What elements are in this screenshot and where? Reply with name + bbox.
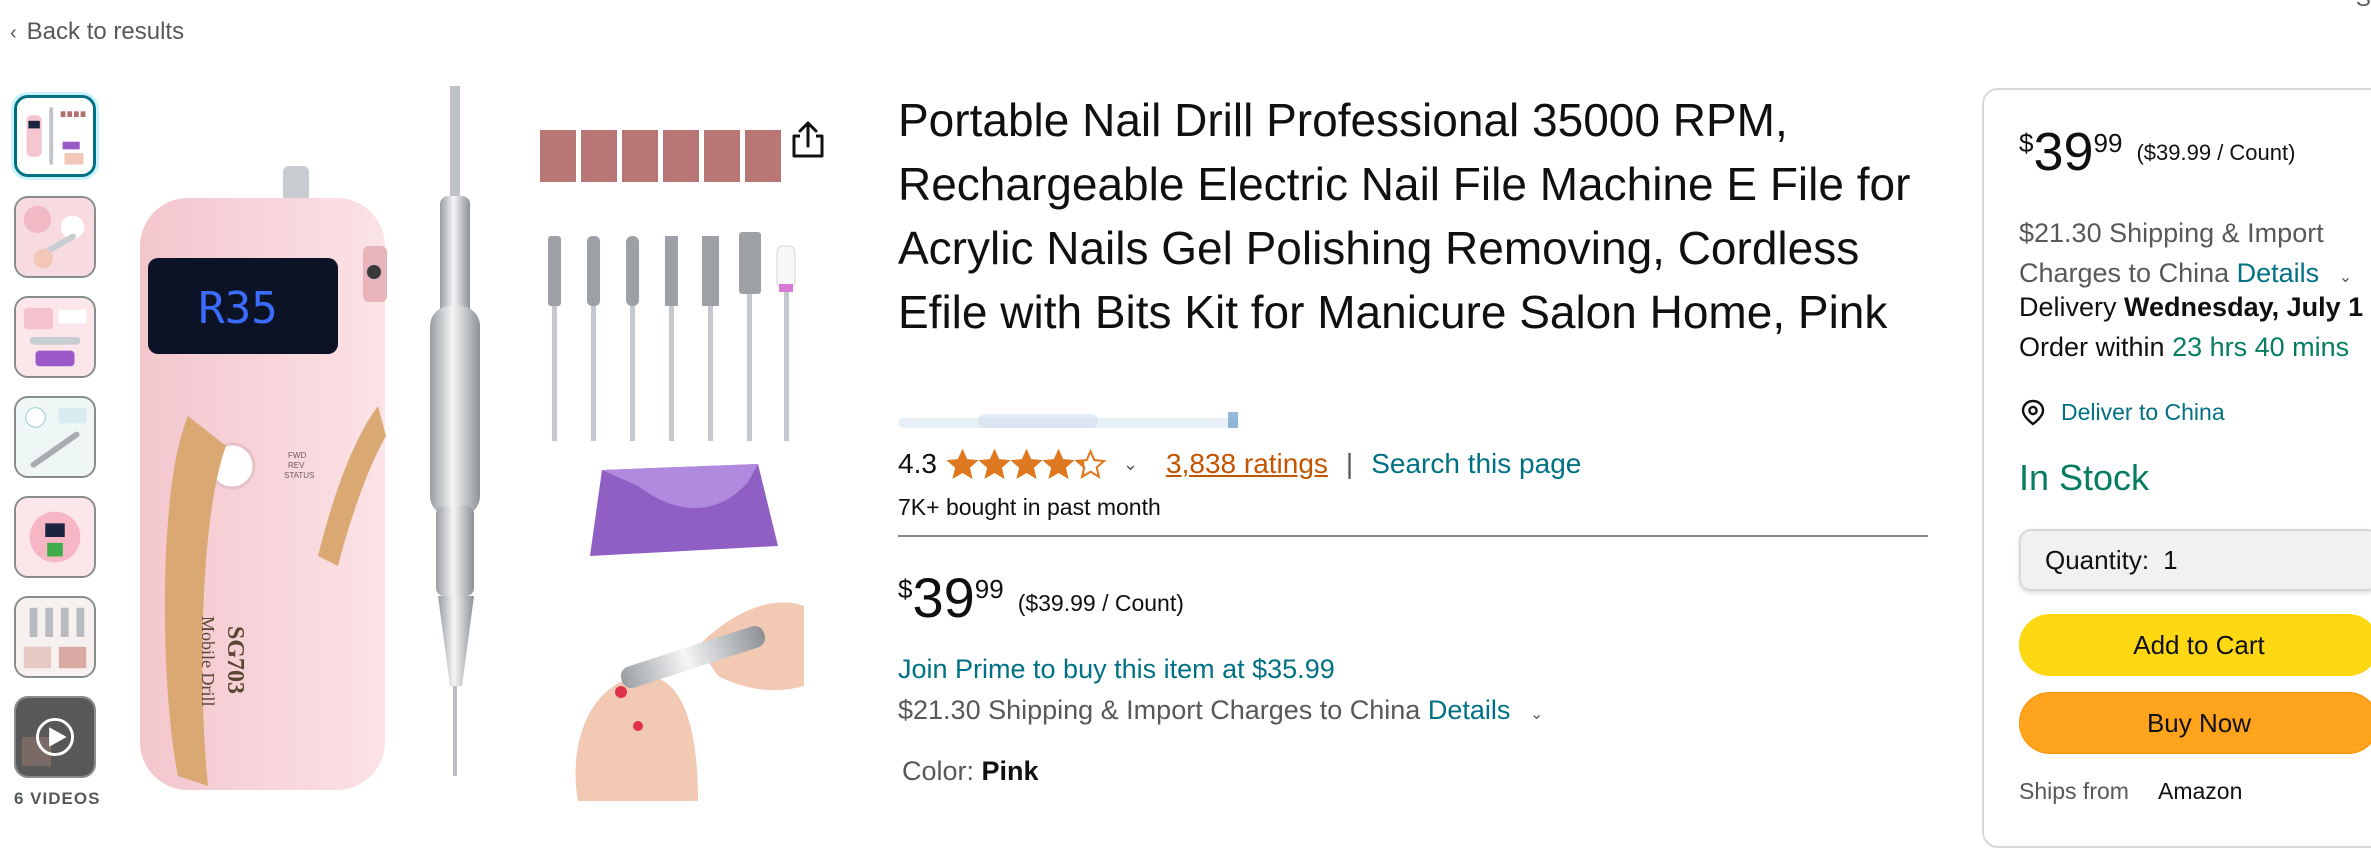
buybox-price: $ 39 99 ($39.99 / Count) (2019, 122, 2295, 182)
stock-status: In Stock (2019, 457, 2150, 498)
drill-model: Mobile Drill (198, 616, 218, 707)
delivery-date: Delivery Wednesday, July 1 (2019, 292, 2363, 323)
shipping-info: $21.30 Shipping & Import Charges to Chin… (898, 695, 1543, 726)
corner-text: Sp (2356, 0, 2371, 12)
thumbnail-image (16, 198, 94, 276)
deliver-to-label: Deliver to China (2061, 398, 2225, 425)
chevron-down-icon[interactable]: ⌄ (1123, 454, 1138, 475)
back-to-results-link[interactable]: ‹ Back to results (10, 18, 184, 46)
chevron-left-icon: ‹ (10, 22, 17, 44)
divider (898, 535, 1928, 537)
separator: | (1345, 448, 1354, 479)
delivery-prefix: Delivery (2019, 292, 2117, 322)
thumbnail-image (16, 598, 94, 676)
videos-count-label: 6 VIDEOS (14, 789, 101, 808)
price-fraction: 99 (2093, 128, 2123, 158)
price-symbol: $ (2019, 128, 2034, 158)
thumbnail-3[interactable] (14, 296, 96, 378)
switch-label-status: STATUS (284, 471, 314, 480)
main-product-image[interactable]: R35 FWD REV STATUS SG703 Mobile Drill (138, 86, 808, 801)
shipping-details-link[interactable]: Details (1428, 695, 1511, 725)
bought-in-past-month: 7K+ bought in past month (898, 494, 1161, 520)
price-fraction: 99 (974, 574, 1004, 604)
price-symbol: $ (898, 574, 913, 604)
thumbnail-5[interactable] (14, 496, 96, 578)
switch-label-rev: REV (288, 461, 305, 470)
join-prime-link[interactable]: Join Prime to buy this item at $35.99 (898, 654, 1335, 685)
rating-value: 4.3 (898, 448, 937, 479)
star-icon (1042, 448, 1074, 479)
star-icon (946, 448, 978, 479)
deliver-to-link[interactable]: Deliver to China (2019, 398, 2225, 426)
search-this-page-link[interactable]: Search this page (1371, 448, 1581, 480)
rating-row: 4.3 ⌄ 3,838 ratings | Search this page (898, 448, 1581, 480)
thumbnail-image (16, 298, 94, 376)
thumbnail-1[interactable] (14, 95, 96, 177)
star-icon (978, 448, 1010, 479)
price-whole: 39 (912, 566, 975, 629)
display-readout: R35 (198, 283, 277, 334)
thumbnail-video[interactable] (14, 696, 96, 778)
video-thumbnail (16, 698, 94, 776)
price-per-unit: ($39.99 / Count) (2136, 140, 2296, 165)
add-to-cart-button[interactable]: Add to Cart (2019, 614, 2371, 676)
thumbnail-image (16, 498, 94, 576)
share-icon[interactable] (786, 118, 830, 162)
back-label: Back to results (26, 18, 185, 45)
color-selection: Color: Pink (902, 756, 1039, 787)
star-rating[interactable] (946, 448, 1107, 480)
thumbnail-image (16, 398, 94, 476)
quantity-label: Quantity: (2045, 544, 2150, 575)
delivery-date-value: Wednesday, July 1 (2124, 292, 2364, 322)
chevron-down-icon[interactable]: ⌄ (2339, 269, 2352, 286)
buybox-shipping: $21.30 Shipping & Import Charges to Chin… (2019, 213, 2371, 298)
chevron-down-icon[interactable]: ⌄ (1530, 706, 1543, 723)
color-label: Color: (902, 756, 975, 786)
price-per-unit: ($39.99 / Count) (1017, 590, 1184, 616)
order-within: Order within 23 hrs 40 mins (2019, 332, 2349, 363)
order-prefix: Order within (2019, 332, 2165, 362)
quantity-value: 1 (2163, 544, 2178, 575)
thumbnail-2[interactable] (14, 196, 96, 278)
shipping-details-link[interactable]: Details (2237, 258, 2320, 288)
buy-now-button[interactable]: Buy Now (2019, 692, 2371, 754)
color-value: Pink (981, 756, 1039, 786)
star-icon (1074, 448, 1106, 479)
location-pin-icon (2021, 399, 2045, 426)
drill-brand: SG703 (222, 626, 248, 694)
thumbnail-image (17, 98, 93, 174)
ships-from-value: Amazon (2158, 778, 2243, 804)
thumbnail-6[interactable] (14, 596, 96, 678)
price-whole: 39 (2033, 122, 2094, 182)
order-time: 23 hrs 40 mins (2172, 332, 2350, 362)
ships-from-label: Ships from (2019, 778, 2129, 804)
star-icon (1010, 448, 1042, 479)
store-link-blurred[interactable] (898, 410, 1243, 432)
shipping-text: $21.30 Shipping & Import Charges to Chin… (898, 695, 1421, 725)
ratings-count-link[interactable]: 3,838 ratings (1166, 448, 1328, 480)
switch-label-fwd: FWD (288, 451, 306, 460)
quantity-select[interactable]: Quantity: 1 (2019, 529, 2371, 591)
thumbnail-4[interactable] (14, 396, 96, 478)
product-price: $ 39 99 ($39.99 / Count) (898, 568, 1184, 628)
product-title: Portable Nail Drill Professional 35000 R… (898, 94, 1911, 338)
